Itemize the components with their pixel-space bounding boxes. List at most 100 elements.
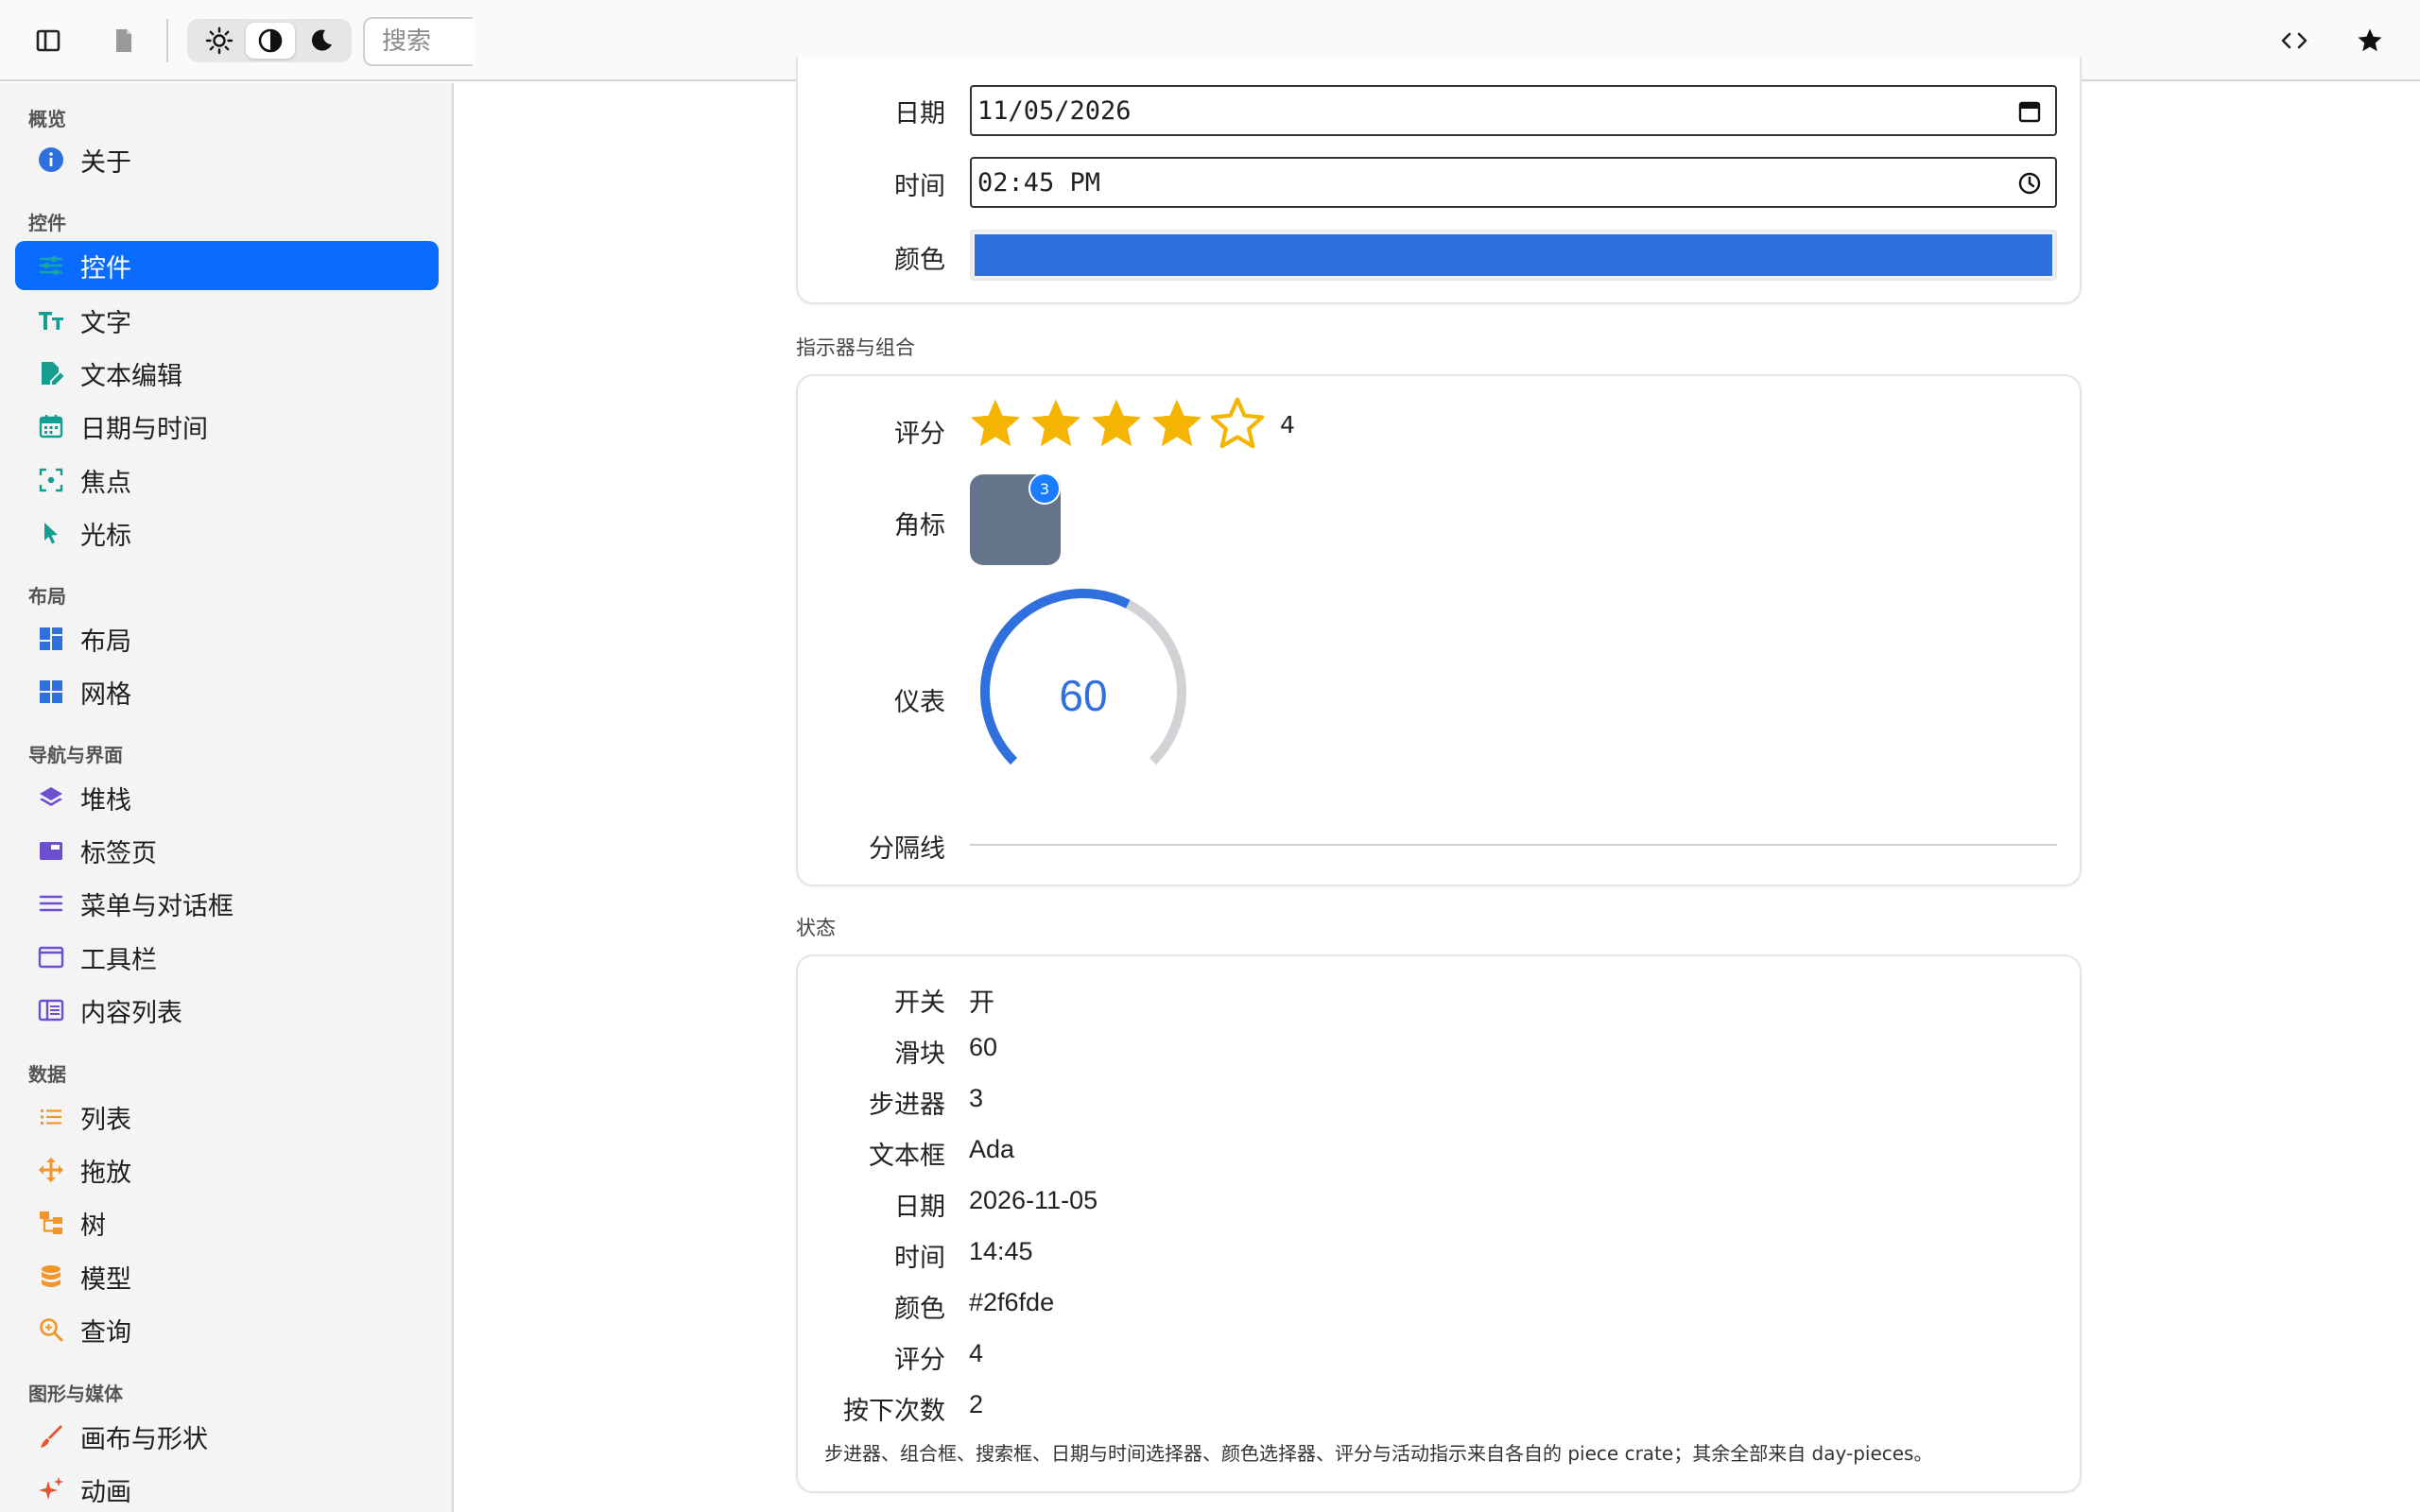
sidebar-item-list[interactable]: 列表 <box>15 1092 439 1142</box>
contrast-icon <box>258 28 283 53</box>
sidebar-item-about[interactable]: 关于 <box>15 135 439 184</box>
rating-stars[interactable]: 4 <box>966 395 1295 454</box>
sidebar-item-label: 布局 <box>80 627 131 657</box>
menu-icon <box>39 895 63 912</box>
sidebar-item-controls[interactable]: 控件 <box>15 241 439 290</box>
sidebar-item-focus[interactable]: 焦点 <box>15 455 439 505</box>
sidebar-item-label: 网格 <box>80 679 131 710</box>
favorite-button[interactable] <box>2346 17 2394 64</box>
divider-label: 分隔线 <box>869 834 945 864</box>
sidebar-item-label: 标签页 <box>80 838 157 868</box>
state-row-value: 60 <box>969 1033 998 1061</box>
edit-icon <box>42 362 64 385</box>
columns-icon <box>38 999 64 1022</box>
sidebar-item-menus-dialogs[interactable]: 菜单与对话框 <box>15 879 439 928</box>
date-input[interactable]: 11/05/2026 <box>970 85 2057 136</box>
brush-icon <box>41 1425 62 1448</box>
state-row-label: 步进器 <box>869 1091 945 1120</box>
sidebar-item-label: 菜单与对话框 <box>80 891 233 921</box>
time-input[interactable]: 02:45 PM <box>970 157 2057 208</box>
state-row-label: 颜色 <box>894 1295 945 1324</box>
star-filled-icon[interactable] <box>1087 395 1146 454</box>
light-theme-button[interactable] <box>195 23 244 59</box>
sidebar-item-label: 内容列表 <box>80 998 182 1028</box>
document-icon <box>116 29 131 52</box>
stars-holder <box>966 395 1269 454</box>
auto-theme-button[interactable] <box>246 23 295 59</box>
clock-icon[interactable] <box>2017 171 2042 196</box>
star-empty-icon[interactable] <box>1208 395 1267 454</box>
sun-icon <box>205 26 233 55</box>
state-row-value: 3 <box>969 1084 984 1112</box>
star-filled-icon[interactable] <box>1027 395 1085 454</box>
sidebar-item-query[interactable]: 查询 <box>15 1305 439 1354</box>
star-filled-icon[interactable] <box>1148 395 1206 454</box>
sidebar-toggle-button[interactable] <box>25 17 72 64</box>
grid-icon <box>40 680 62 703</box>
state-row-label: 滑块 <box>894 1040 945 1069</box>
theme-switcher <box>187 19 352 62</box>
state-row-label: 日期 <box>894 1193 945 1222</box>
search-input[interactable] <box>363 17 473 66</box>
layers-icon <box>40 787 62 806</box>
sidebar-item-label: 文字 <box>80 308 131 338</box>
document-button[interactable] <box>100 17 147 64</box>
sidebar-item-tree[interactable]: 树 <box>15 1198 439 1247</box>
move-icon <box>39 1158 63 1182</box>
color-picker[interactable] <box>970 230 2057 281</box>
sidebar-toggle-icon <box>36 29 60 52</box>
color-swatch <box>975 234 2052 276</box>
sidebar-item-animation[interactable]: 动画 <box>15 1465 439 1512</box>
sidebar-item-label: 控件 <box>80 253 131 284</box>
sidebar-item-canvas-shapes[interactable]: 画布与形状 <box>15 1412 439 1461</box>
gauge: 60 <box>980 589 1186 765</box>
divider <box>970 844 2057 846</box>
sidebar-item-label: 焦点 <box>80 468 131 498</box>
date-input-value: 11/05/2026 <box>977 95 1132 126</box>
sidebar-item-grid[interactable]: 网格 <box>15 667 439 716</box>
sidebar-item-content-list[interactable]: 内容列表 <box>15 986 439 1035</box>
sidebar-item-label: 关于 <box>80 147 131 178</box>
rating-value: 4 <box>1280 410 1295 438</box>
sliders-icon <box>39 256 63 275</box>
view-source-button[interactable] <box>2271 17 2318 64</box>
sidebar-item-drag-drop[interactable]: 拖放 <box>15 1145 439 1194</box>
sidebar-item-tabs[interactable]: 标签页 <box>15 826 439 875</box>
calendar-icon <box>39 415 63 438</box>
star-filled-icon[interactable] <box>966 395 1025 454</box>
sidebar-item-stack[interactable]: 堆栈 <box>15 773 439 822</box>
indicators-group-title: 指示器与组合 <box>796 336 915 359</box>
state-row-label: 开关 <box>894 988 945 1018</box>
star-icon <box>2358 28 2382 52</box>
list-icon <box>41 1109 61 1125</box>
sidebar-item-cursor[interactable]: 光标 <box>15 508 439 558</box>
search-icon <box>40 1318 63 1342</box>
sidebar-item-toolbar[interactable]: 工具栏 <box>15 933 439 982</box>
sidebar-item-label: 堆栈 <box>80 785 131 816</box>
sidebar-item-text[interactable]: 文字 <box>15 296 439 345</box>
cursor-icon <box>44 523 58 544</box>
sidebar-item-date-time[interactable]: 日期与时间 <box>15 402 439 451</box>
sparkle-icon <box>39 1477 63 1500</box>
state-row-value: 开 <box>969 988 994 1017</box>
sidebar-item-layout[interactable]: 布局 <box>15 614 439 663</box>
gauge-label: 仪表 <box>894 688 945 717</box>
color-label: 颜色 <box>894 246 945 275</box>
state-row-value: #2f6fde <box>969 1288 1055 1316</box>
state-row-label: 时间 <box>894 1244 945 1273</box>
sidebar-item-label: 查询 <box>80 1317 131 1348</box>
gauge-value: 60 <box>1059 671 1107 720</box>
sidebar-item-label: 光标 <box>80 521 131 551</box>
sidebar-item-text-edit[interactable]: 文本编辑 <box>15 349 439 398</box>
text-icon <box>39 312 63 330</box>
dark-theme-button[interactable] <box>297 23 346 59</box>
tabs-icon <box>40 842 62 860</box>
notification-badge: 3 <box>1028 472 1061 505</box>
calendar-icon[interactable] <box>2017 99 2042 124</box>
section-title-data: 数据 <box>28 1063 66 1086</box>
state-row-label: 文本框 <box>869 1142 945 1171</box>
state-footnote: 步进器、组合框、搜索框、日期与时间选择器、颜色选择器、评分与活动指示来自各自的 … <box>824 1442 1933 1465</box>
state-row-value: 2026-11-05 <box>969 1186 1098 1214</box>
layout-icon <box>40 627 62 650</box>
sidebar-item-model[interactable]: 模型 <box>15 1252 439 1301</box>
